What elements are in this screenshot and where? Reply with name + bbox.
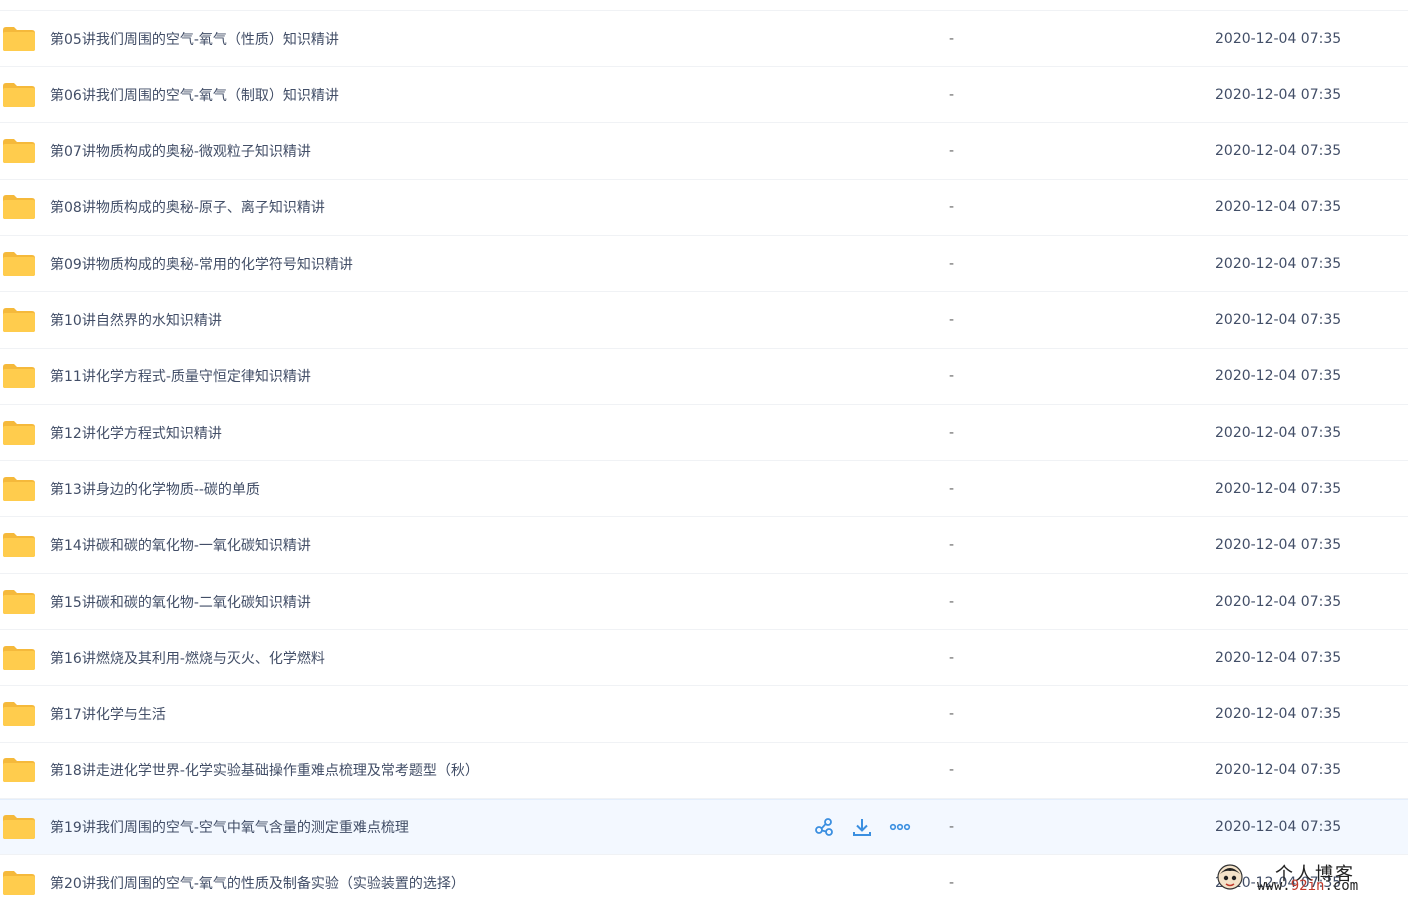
file-size: -: [949, 255, 955, 272]
folder-icon: [2, 870, 36, 896]
folder-icon: [2, 82, 36, 108]
file-date: 2020-12-04 07:35: [1215, 649, 1342, 666]
file-row[interactable]: 第10讲自然界的水知识精讲 - 2020-12-04 07:35: [0, 293, 1408, 349]
file-name-link[interactable]: 第05讲我们周围的空气-氧气（性质）知识精讲: [50, 29, 339, 49]
file-name-link[interactable]: 第08讲物质构成的奥秘-原子、离子知识精讲: [50, 197, 325, 217]
file-row[interactable]: 第16讲燃烧及其利用-燃烧与灭火、化学燃料 - 2020-12-04 07:35: [0, 630, 1408, 687]
watermark-url: www.92in.com: [1257, 878, 1358, 894]
file-row[interactable]: 第20讲我们周围的空气-氧气的性质及制备实验（实验装置的选择） -2020-12-…: [0, 856, 1408, 901]
file-name-link[interactable]: 第06讲我们周围的空气-氧气（制取）知识精讲: [50, 85, 339, 105]
more-icon: [889, 817, 911, 837]
file-name-link[interactable]: 第09讲物质构成的奥秘-常用的化学符号知识精讲: [50, 254, 353, 274]
file-date: 2020-12-04 07:35: [1215, 30, 1342, 47]
folder-icon: [2, 589, 36, 615]
file-size: -: [949, 593, 955, 610]
file-size: -: [949, 143, 955, 160]
file-list: 第05讲我们周围的空气-氧气（性质）知识精讲 -2020-12-04 07:35 第…: [0, 0, 1408, 901]
share-button[interactable]: [812, 815, 836, 839]
file-size: -: [949, 706, 955, 723]
file-date: 2020-12-04 07:35: [1215, 593, 1342, 610]
watermark-url-prefix: www.: [1257, 878, 1291, 894]
folder-icon: [2, 757, 36, 783]
file-name-link[interactable]: 第13讲身边的化学物质--碳的单质: [50, 479, 260, 499]
watermark-url-suffix: .com: [1324, 878, 1359, 894]
file-date: 2020-12-04 07:35: [1215, 762, 1342, 779]
file-size: -: [949, 649, 955, 666]
folder-icon: [2, 26, 36, 52]
folder-icon: [2, 701, 36, 727]
file-name-link[interactable]: 第11讲化学方程式-质量守恒定律知识精讲: [50, 366, 311, 386]
file-date: 2020-12-04 07:35: [1215, 537, 1342, 554]
folder-icon: [2, 420, 36, 446]
folder-icon: [2, 363, 36, 389]
file-row[interactable]: 第15讲碳和碳的氧化物-二氧化碳知识精讲 - 2020-12-04 07:35: [0, 574, 1408, 630]
file-row[interactable]: 第09讲物质构成的奥秘-常用的化学符号知识精讲 - 2020-12-04 07:35: [0, 236, 1408, 293]
folder-icon: [2, 645, 36, 671]
file-size: -: [949, 480, 955, 497]
file-name-link[interactable]: 第20讲我们周围的空气-氧气的性质及制备实验（实验装置的选择）: [50, 873, 465, 893]
download-icon: [852, 817, 872, 837]
file-row[interactable]: 第11讲化学方程式-质量守恒定律知识精讲 - 2020-12-04 07:35: [0, 349, 1408, 405]
file-size: -: [949, 819, 955, 836]
watermark: 个人博客 www.92in.com: [1215, 860, 1395, 896]
folder-icon: [2, 307, 36, 333]
folder-icon: [2, 476, 36, 502]
folder-icon: [2, 814, 36, 840]
row-actions: [812, 815, 912, 839]
folder-icon: [2, 194, 36, 220]
file-date: 2020-12-04 07:35: [1215, 255, 1342, 272]
file-date: 2020-12-04 07:35: [1215, 143, 1342, 160]
file-size: -: [949, 762, 955, 779]
file-date: 2020-12-04 07:35: [1215, 199, 1342, 216]
file-row[interactable]: 第07讲物质构成的奥秘-微观粒子知识精讲 - 2020-12-04 07:35: [0, 124, 1408, 180]
file-name-link[interactable]: 第07讲物质构成的奥秘-微观粒子知识精讲: [50, 141, 311, 161]
file-name-link[interactable]: 第16讲燃烧及其利用-燃烧与灭火、化学燃料: [50, 648, 325, 668]
more-button[interactable]: [888, 815, 912, 839]
file-size: -: [949, 368, 955, 385]
file-row[interactable]: 第17讲化学与生活 - 2020-12-04 07:35: [0, 687, 1408, 743]
file-row[interactable]: 第08讲物质构成的奥秘-原子、离子知识精讲 - 2020-12-04 07:35: [0, 180, 1408, 236]
file-name-link[interactable]: 第18讲走进化学世界-化学实验基础操作重难点梳理及常考题型（秋）: [50, 760, 479, 780]
file-date: 2020-12-04 07:35: [1215, 424, 1342, 441]
file-size: -: [949, 86, 955, 103]
share-icon: [814, 817, 834, 837]
file-date: 2020-12-04 07:35: [1215, 819, 1342, 836]
file-row[interactable]: 第06讲我们周围的空气-氧气（制取）知识精讲 - 2020-12-04 07:35: [0, 67, 1408, 124]
folder-icon: [2, 251, 36, 277]
file-name-link[interactable]: 第10讲自然界的水知识精讲: [50, 310, 222, 330]
file-date: 2020-12-04 07:35: [1215, 480, 1342, 497]
file-row[interactable]: 第12讲化学方程式知识精讲 - 2020-12-04 07:35: [0, 405, 1408, 462]
folder-icon: [2, 138, 36, 164]
file-row[interactable]: 第19讲我们周围的空气-空气中氧气含量的测定重难点梳理 - 2020-12-04 0…: [0, 799, 1408, 856]
file-size: -: [949, 199, 955, 216]
watermark-url-highlight: 92in: [1290, 878, 1325, 894]
file-date: 2020-12-04 07:35: [1215, 706, 1342, 723]
file-row[interactable]: 第18讲走进化学世界-化学实验基础操作重难点梳理及常考题型（秋） - 2020-12…: [0, 743, 1408, 799]
file-name-link[interactable]: 第14讲碳和碳的氧化物-一氧化碳知识精讲: [50, 535, 311, 555]
file-size: -: [949, 30, 955, 47]
download-button[interactable]: [850, 815, 874, 839]
file-date: 2020-12-04 07:35: [1215, 368, 1342, 385]
file-row[interactable]: 第14讲碳和碳的氧化物-一氧化碳知识精讲 - 2020-12-04 07:35: [0, 518, 1408, 574]
file-row[interactable]: 第05讲我们周围的空气-氧气（性质）知识精讲 - 2020-12-04 07:35: [0, 11, 1408, 67]
file-size: -: [949, 537, 955, 554]
file-name-link[interactable]: 第15讲碳和碳的氧化物-二氧化碳知识精讲: [50, 592, 311, 612]
file-date: 2020-12-04 07:35: [1215, 312, 1342, 328]
file-size: -: [949, 424, 955, 441]
file-date: 2020-12-04 07:35: [1215, 86, 1342, 103]
file-name-link[interactable]: 第19讲我们周围的空气-空气中氧气含量的测定重难点梳理: [50, 817, 409, 837]
folder-icon: [2, 532, 36, 558]
file-size: -: [949, 875, 955, 891]
watermark-logo-icon: [1217, 864, 1243, 890]
file-row[interactable]: 第13讲身边的化学物质--碳的单质 - 2020-12-04 07:35: [0, 461, 1408, 518]
file-size: -: [949, 312, 955, 328]
file-name-link[interactable]: 第17讲化学与生活: [50, 704, 166, 724]
file-name-link[interactable]: 第12讲化学方程式知识精讲: [50, 423, 222, 443]
